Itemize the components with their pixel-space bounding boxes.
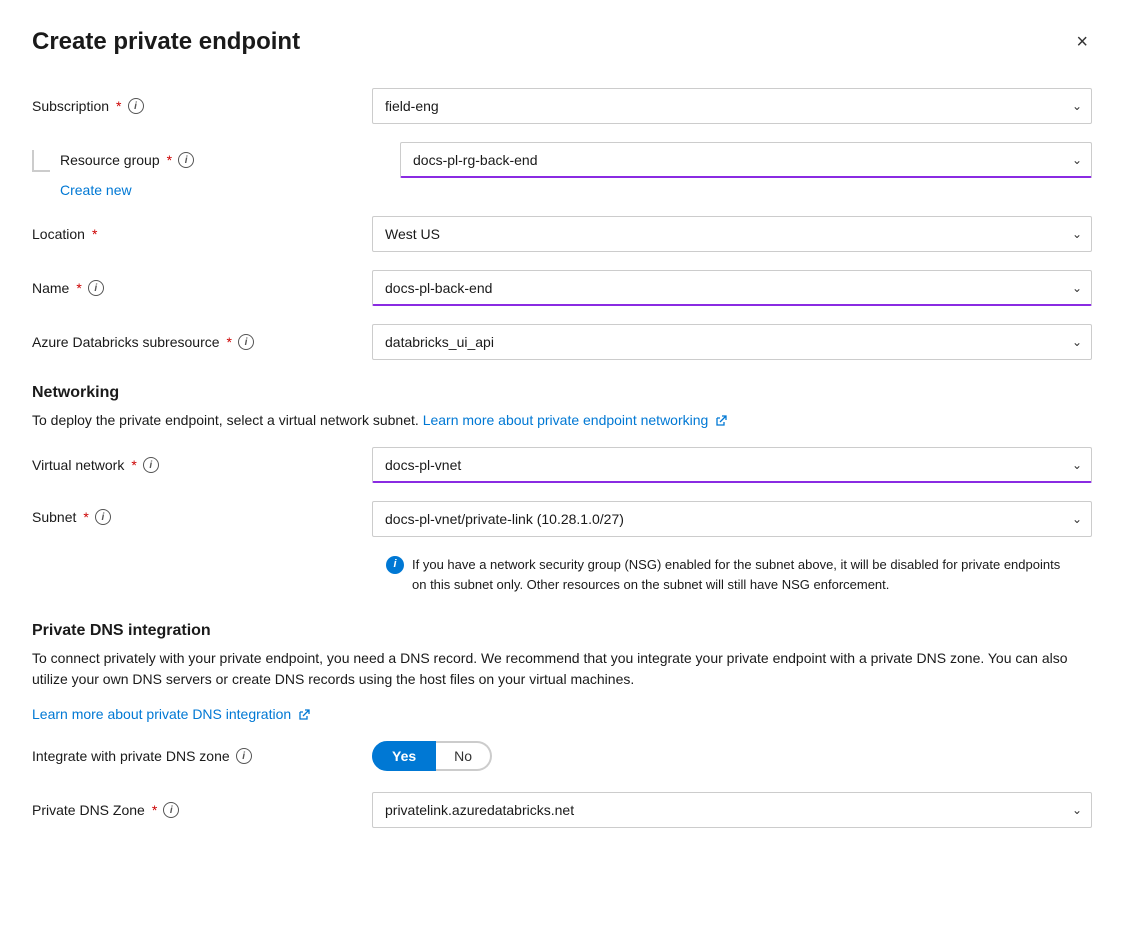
- dns-zone-info-icon[interactable]: i: [163, 802, 179, 818]
- virtual-network-label-col: Virtual network * i: [32, 457, 372, 473]
- subscription-info-icon[interactable]: i: [128, 98, 144, 114]
- virtual-network-required: *: [131, 457, 136, 473]
- private-dns-description-text: To connect privately with your private e…: [32, 650, 1068, 687]
- dns-integration-yes-button[interactable]: Yes: [372, 741, 436, 771]
- nsg-info-circle-icon: i: [386, 556, 404, 574]
- subscription-select-wrapper: field-eng ⌄: [372, 88, 1092, 124]
- nsg-info-text: If you have a network security group (NS…: [412, 555, 1078, 594]
- subnet-label-col: Subnet * i: [32, 509, 372, 525]
- subresource-select[interactable]: databricks_ui_api: [372, 324, 1092, 360]
- private-dns-section: Private DNS integration To connect priva…: [32, 622, 1092, 722]
- location-row: Location * West US ⌄: [32, 216, 1092, 252]
- dns-integration-row: Integrate with private DNS zone i Yes No: [32, 738, 1092, 774]
- name-label-col: Name * i: [32, 280, 372, 296]
- dns-zone-label-col: Private DNS Zone * i: [32, 802, 372, 818]
- resource-group-select-wrapper: docs-pl-rg-back-end ⌄: [400, 142, 1092, 178]
- location-label-col: Location *: [32, 226, 372, 242]
- create-new-link[interactable]: Create new: [60, 182, 1092, 198]
- virtual-network-select-wrapper: docs-pl-vnet ⌄: [372, 447, 1092, 483]
- dns-integration-no-button[interactable]: No: [436, 741, 492, 771]
- dns-integration-toggle: Yes No: [372, 741, 1092, 771]
- networking-external-link-icon: [715, 415, 727, 427]
- dns-integration-info-icon[interactable]: i: [236, 748, 252, 764]
- subnet-required: *: [83, 509, 88, 525]
- virtual-network-field-col: docs-pl-vnet ⌄: [372, 447, 1092, 483]
- subnet-row: Subnet * i docs-pl-vnet/private-link (10…: [32, 501, 1092, 604]
- dns-integration-field-col: Yes No: [372, 741, 1092, 771]
- subresource-label-col: Azure Databricks subresource * i: [32, 334, 372, 350]
- resource-group-select[interactable]: docs-pl-rg-back-end: [400, 142, 1092, 178]
- location-label: Location: [32, 226, 85, 242]
- name-required: *: [76, 280, 81, 296]
- location-select-wrapper: West US ⌄: [372, 216, 1092, 252]
- dns-zone-select[interactable]: privatelink.azuredatabricks.net: [372, 792, 1092, 828]
- subresource-info-icon[interactable]: i: [238, 334, 254, 350]
- name-field-col: docs-pl-back-end ⌄: [372, 270, 1092, 306]
- private-dns-learn-more-link[interactable]: Learn more about private DNS integration: [32, 706, 291, 722]
- resource-group-info-icon[interactable]: i: [178, 152, 194, 168]
- subresource-label: Azure Databricks subresource: [32, 334, 220, 350]
- dns-zone-required: *: [152, 802, 157, 818]
- subnet-info-icon[interactable]: i: [95, 509, 111, 525]
- networking-section: Networking To deploy the private endpoin…: [32, 384, 1092, 431]
- networking-learn-more-link[interactable]: Learn more about private endpoint networ…: [423, 412, 709, 428]
- dialog-header: Create private endpoint ×: [32, 28, 1092, 56]
- subscription-label: Subscription: [32, 98, 109, 114]
- subresource-required: *: [227, 334, 232, 350]
- resource-group-indent-wrapper: Resource group * i docs-pl-rg-back-end ⌄…: [32, 142, 1092, 212]
- private-dns-description: To connect privately with your private e…: [32, 648, 1092, 690]
- resource-group-required: *: [167, 152, 172, 168]
- subresource-field-col: databricks_ui_api ⌄: [372, 324, 1092, 360]
- name-row: Name * i docs-pl-back-end ⌄: [32, 270, 1092, 306]
- subscription-required: *: [116, 98, 121, 114]
- dns-integration-label-col: Integrate with private DNS zone i: [32, 748, 372, 764]
- create-private-endpoint-dialog: Create private endpoint × Subscription *…: [0, 0, 1124, 952]
- close-button[interactable]: ×: [1072, 28, 1092, 56]
- resource-group-field-col: docs-pl-rg-back-end ⌄: [400, 142, 1092, 178]
- private-dns-heading: Private DNS integration: [32, 622, 1092, 640]
- networking-description: To deploy the private endpoint, select a…: [32, 410, 1092, 431]
- name-select[interactable]: docs-pl-back-end: [372, 270, 1092, 306]
- location-required: *: [92, 226, 97, 242]
- name-label: Name: [32, 280, 69, 296]
- name-select-wrapper: docs-pl-back-end ⌄: [372, 270, 1092, 306]
- virtual-network-row: Virtual network * i docs-pl-vnet ⌄: [32, 447, 1092, 483]
- subresource-row: Azure Databricks subresource * i databri…: [32, 324, 1092, 360]
- virtual-network-select[interactable]: docs-pl-vnet: [372, 447, 1092, 483]
- subresource-select-wrapper: databricks_ui_api ⌄: [372, 324, 1092, 360]
- nsg-info-box: i If you have a network security group (…: [372, 545, 1092, 604]
- subnet-label: Subnet: [32, 509, 76, 525]
- subscription-select[interactable]: field-eng: [372, 88, 1092, 124]
- subnet-select[interactable]: docs-pl-vnet/private-link (10.28.1.0/27): [372, 501, 1092, 537]
- resource-group-label: Resource group: [60, 152, 160, 168]
- location-select[interactable]: West US: [372, 216, 1092, 252]
- dns-integration-label: Integrate with private DNS zone: [32, 748, 230, 764]
- resource-group-label-col: Resource group * i: [60, 152, 400, 168]
- subscription-row: Subscription * i field-eng ⌄: [32, 88, 1092, 124]
- dialog-title: Create private endpoint: [32, 28, 300, 56]
- networking-description-text: To deploy the private endpoint, select a…: [32, 412, 419, 428]
- subscription-field-col: field-eng ⌄: [372, 88, 1092, 124]
- name-info-icon[interactable]: i: [88, 280, 104, 296]
- subnet-select-wrapper: docs-pl-vnet/private-link (10.28.1.0/27)…: [372, 501, 1092, 537]
- dns-zone-row: Private DNS Zone * i privatelink.azureda…: [32, 792, 1092, 828]
- virtual-network-label: Virtual network: [32, 457, 124, 473]
- resource-group-content: Resource group * i docs-pl-rg-back-end ⌄…: [60, 142, 1092, 212]
- location-field-col: West US ⌄: [372, 216, 1092, 252]
- subnet-field-col: docs-pl-vnet/private-link (10.28.1.0/27)…: [372, 501, 1092, 604]
- subscription-label-col: Subscription * i: [32, 98, 372, 114]
- private-dns-external-link-icon: [298, 709, 310, 721]
- dns-zone-select-wrapper: privatelink.azuredatabricks.net ⌄: [372, 792, 1092, 828]
- networking-heading: Networking: [32, 384, 1092, 402]
- dns-zone-label: Private DNS Zone: [32, 802, 145, 818]
- virtual-network-info-icon[interactable]: i: [143, 457, 159, 473]
- resource-group-indent-line: [32, 150, 50, 172]
- resource-group-row: Resource group * i docs-pl-rg-back-end ⌄: [60, 142, 1092, 178]
- dns-zone-field-col: privatelink.azuredatabricks.net ⌄: [372, 792, 1092, 828]
